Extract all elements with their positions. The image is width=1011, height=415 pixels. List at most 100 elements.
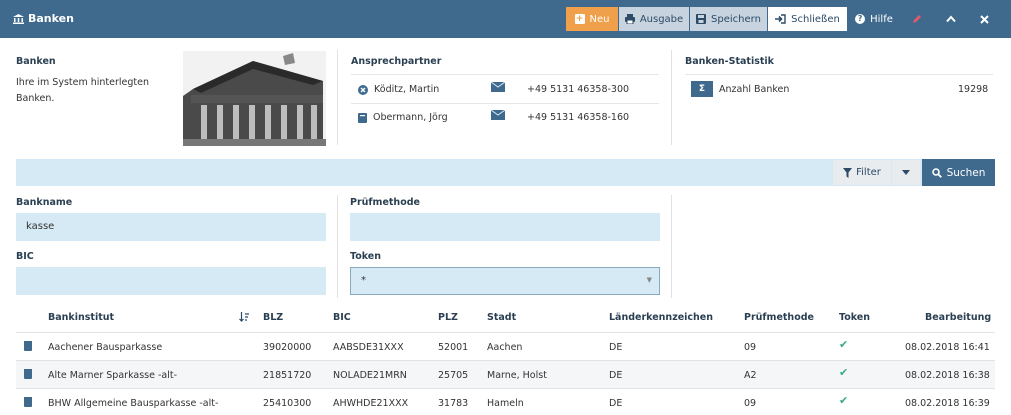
sigma-icon: Σ <box>691 81 713 97</box>
cell-bic: NOLADE21MRN <box>333 370 407 381</box>
cell-blz: 25410300 <box>263 398 312 409</box>
sort-icon[interactable] <box>239 311 250 325</box>
sign-out-icon <box>775 14 786 24</box>
bankname-input[interactable]: kasse <box>16 213 326 241</box>
column-header-bankinstitut[interactable]: Bankinstitut <box>48 312 114 323</box>
search-button[interactable]: Suchen <box>922 159 995 186</box>
bank-building-image <box>183 51 326 146</box>
form-divider-2 <box>671 195 672 298</box>
user-times-icon <box>358 84 368 95</box>
column-header-blz[interactable]: BLZ <box>263 312 283 323</box>
column-header-token[interactable]: Token <box>839 312 870 323</box>
cell-country: DE <box>609 370 623 381</box>
column-header-pruefmethode[interactable]: Prüfmethode <box>744 312 814 323</box>
cell-method: 09 <box>744 398 757 409</box>
info-divider-1 <box>337 50 338 145</box>
table-row[interactable]: Aachener Bausparkasse 39020000 AABSDE31X… <box>16 332 995 360</box>
new-button[interactable]: + Neu <box>566 7 618 31</box>
bankname-label: Bankname <box>16 197 73 208</box>
stat-label: Anzahl Banken <box>719 84 790 95</box>
cell-bic: AABSDE31XXX <box>333 342 404 353</box>
output-button[interactable]: Ausgabe <box>619 7 689 31</box>
contact-item[interactable]: Köditz, Martin <box>358 84 439 95</box>
cell-country: DE <box>609 342 623 353</box>
caret-down-icon <box>902 170 910 175</box>
close-button[interactable]: Schließen <box>768 7 847 31</box>
cell-city: Marne, Holst <box>487 370 547 381</box>
info-description: Ihre im System hinterlegten Banken. <box>16 77 150 104</box>
filter-icon <box>843 167 853 178</box>
stats-divider <box>685 74 993 75</box>
help-button[interactable]: ? Hilfe <box>852 7 896 31</box>
column-header-laenderkennzeichen[interactable]: Länderkennzeichen <box>609 312 713 323</box>
token-select-value: * <box>361 275 366 286</box>
cell-city: Hameln <box>487 398 524 409</box>
bic-label: BIC <box>16 251 34 262</box>
new-button-label: Neu <box>589 13 610 25</box>
chevron-up-icon[interactable] <box>940 7 962 31</box>
table-row[interactable]: BHW Allgemeine Bausparkasse -alt- 254103… <box>16 388 995 415</box>
cell-edited: 08.02.2018 16:39 <box>905 398 990 409</box>
mail-icon[interactable] <box>490 109 506 120</box>
mail-icon[interactable] <box>490 81 506 92</box>
cell-bank: Alte Marner Sparkasse -alt- <box>48 370 178 381</box>
check-icon: ✔ <box>839 366 849 379</box>
caret-down-icon: ▼ <box>646 276 652 284</box>
filter-button-label: Filter <box>856 167 881 178</box>
cell-city: Aachen <box>487 342 523 353</box>
filter-dropdown-button[interactable] <box>892 160 920 185</box>
contact-name: Obermann, Jörg <box>373 112 448 123</box>
info-divider-2 <box>671 50 672 145</box>
token-label: Token <box>350 251 382 262</box>
floppy-icon <box>696 14 707 24</box>
trash-icon[interactable] <box>24 341 32 351</box>
cell-edited: 08.02.2018 16:41 <box>905 342 990 353</box>
column-header-plz[interactable]: PLZ <box>438 312 458 323</box>
pencil-icon[interactable] <box>906 7 928 31</box>
pruefmethode-label: Prüfmethode <box>350 197 420 208</box>
filter-button[interactable]: Filter <box>833 160 891 185</box>
save-button[interactable]: Speichern <box>690 7 767 31</box>
app-title-text: Banken <box>28 12 74 25</box>
plus-icon: + <box>574 14 585 24</box>
cell-edited: 08.02.2018 16:38 <box>905 370 990 381</box>
close-button-label: Schließen <box>791 13 840 25</box>
token-select[interactable]: * ▼ <box>350 267 660 295</box>
cell-bank: BHW Allgemeine Bausparkasse -alt- <box>48 398 219 409</box>
column-header-stadt[interactable]: Stadt <box>487 312 516 323</box>
search-button-label: Suchen <box>946 166 986 179</box>
close-icon[interactable] <box>973 7 995 31</box>
output-button-label: Ausgabe <box>639 13 684 25</box>
search-icon <box>931 167 942 178</box>
cell-bank: Aachener Bausparkasse <box>48 342 163 353</box>
form-divider-1 <box>337 195 338 298</box>
pruefmethode-input[interactable] <box>350 213 660 241</box>
cell-plz: 25705 <box>438 370 469 381</box>
check-icon: ✔ <box>839 338 849 351</box>
cell-bic: AHWHDE21XXX <box>333 398 409 409</box>
app-header: Banken + Neu Ausgabe Speichern Schließen… <box>0 0 1011 38</box>
cell-method: 09 <box>744 342 757 353</box>
cell-plz: 31783 <box>438 398 469 409</box>
cell-blz: 39020000 <box>263 342 312 353</box>
contacts-divider-top <box>351 74 659 75</box>
stat-value: 19298 <box>958 84 989 95</box>
column-header-bearbeitung[interactable]: Bearbeitung <box>925 312 991 323</box>
save-button-label: Speichern <box>711 13 761 25</box>
stats-title: Banken-Statistik <box>685 56 774 67</box>
trash-icon[interactable] <box>24 397 32 407</box>
cell-blz: 21851720 <box>263 370 312 381</box>
bic-input[interactable] <box>16 267 326 295</box>
cell-plz: 52001 <box>438 342 469 353</box>
info-title: Banken <box>16 56 56 67</box>
contact-phone: +49 5131 46358-160 <box>527 112 630 123</box>
question-icon: ? <box>855 14 866 24</box>
table-row[interactable]: Alte Marner Sparkasse -alt- 21851720 NOL… <box>16 360 995 388</box>
trash-icon[interactable] <box>24 369 32 379</box>
contact-item[interactable]: Obermann, Jörg <box>358 112 448 123</box>
help-button-label: Hilfe <box>870 13 893 25</box>
contacts-divider-mid <box>351 103 659 104</box>
address-book-icon <box>358 112 367 123</box>
contact-name: Köditz, Martin <box>374 84 440 95</box>
column-header-bic[interactable]: BIC <box>333 312 351 323</box>
